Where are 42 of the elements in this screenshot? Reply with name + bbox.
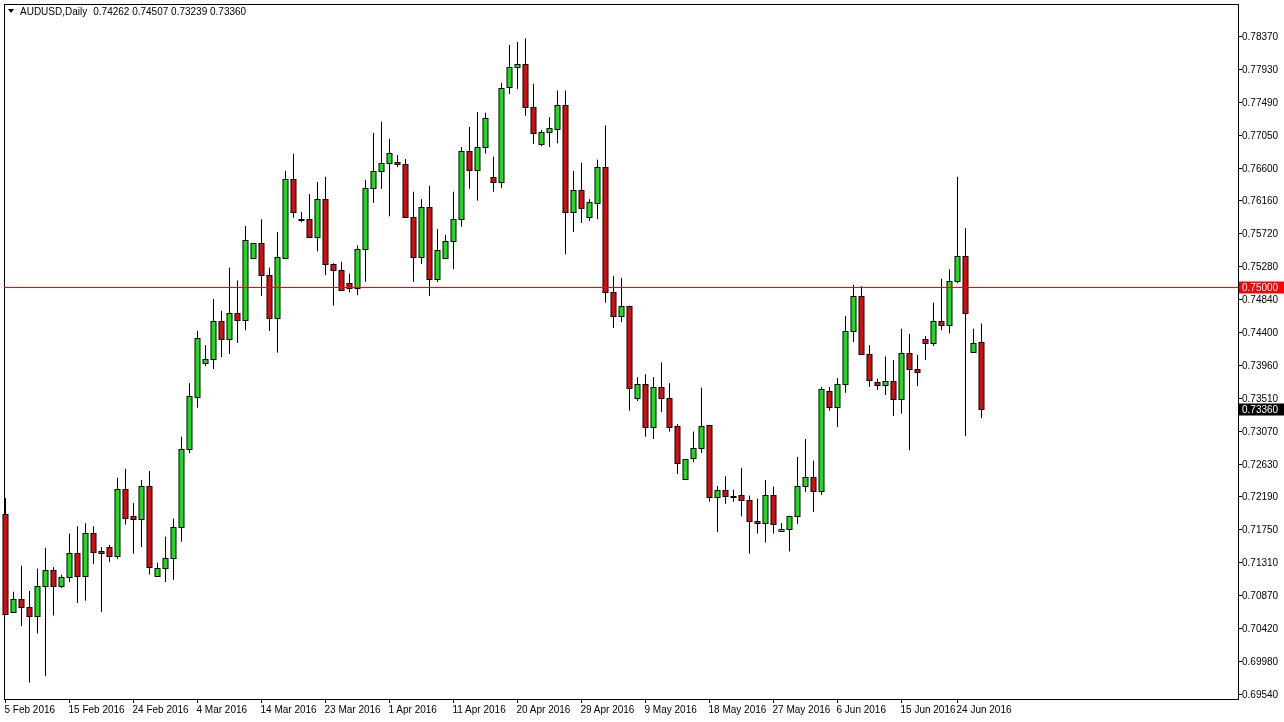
price-axis-label: 0.76600: [1242, 163, 1279, 174]
price-axis-label: 0.74400: [1242, 327, 1279, 338]
price-axis-label: 0.69980: [1242, 656, 1279, 667]
price-axis-label: 0.71750: [1242, 524, 1279, 535]
price-axis-label: 0.70870: [1242, 590, 1279, 601]
price-axis-label: 0.74840: [1242, 294, 1279, 305]
price-axis-label: 0.73070: [1242, 426, 1279, 437]
date-axis-label: 6 Jun 2016: [836, 704, 886, 715]
date-axis-label: 24 Feb 2016: [132, 704, 189, 715]
price-axis-label: 0.72190: [1242, 491, 1279, 502]
price-axis-label: 0.76160: [1242, 195, 1279, 206]
date-axis-label: 27 May 2016: [772, 704, 831, 715]
price-axis-label: 0.75720: [1242, 228, 1279, 239]
date-axis-label: 24 Jun 2016: [956, 704, 1012, 715]
date-axis-label: 23 Mar 2016: [324, 704, 381, 715]
price-axis-label: 0.77930: [1242, 64, 1279, 75]
date-axis-label: 15 Feb 2016: [68, 704, 125, 715]
price-axis-label: 0.75280: [1242, 261, 1279, 272]
price-axis-label: 0.77490: [1242, 97, 1279, 108]
date-axis-label: 11 Apr 2016: [452, 704, 506, 715]
price-axis-label: 0.73960: [1242, 360, 1279, 371]
price-axis-label: 0.70420: [1242, 623, 1279, 634]
price-tag: 0.73360: [1239, 403, 1284, 416]
price-tag: 0.75000: [1239, 281, 1284, 294]
price-axis-label: 0.71310: [1242, 557, 1279, 568]
date-axis-label: 9 May 2016: [644, 704, 697, 715]
date-axis-label: 5 Feb 2016: [4, 704, 56, 715]
triangle-icon: [8, 9, 14, 13]
ohlc-values: 0.74262 0.74507 0.73239 0.73360: [93, 6, 247, 17]
price-axis-label: 0.77050: [1242, 130, 1279, 141]
date-axis-label: 18 May 2016: [708, 704, 767, 715]
date-axis-label: 4 Mar 2016: [196, 704, 248, 715]
date-axis-label: 20 Apr 2016: [516, 704, 571, 715]
date-axis-label: 14 Mar 2016: [260, 704, 317, 715]
chart-symbol: AUDUSD,Daily: [20, 6, 88, 17]
price-axis-label: 0.72630: [1242, 459, 1279, 470]
price-axis-label: 0.73510: [1242, 393, 1279, 404]
date-axis-label: 29 Apr 2016: [580, 704, 635, 715]
price-axis-label: 0.78370: [1242, 31, 1279, 42]
date-axis-label: 1 Apr 2016: [388, 704, 437, 715]
price-axis-label: 0.69540: [1242, 689, 1279, 700]
date-axis-label: 15 Jun 2016: [900, 704, 956, 715]
